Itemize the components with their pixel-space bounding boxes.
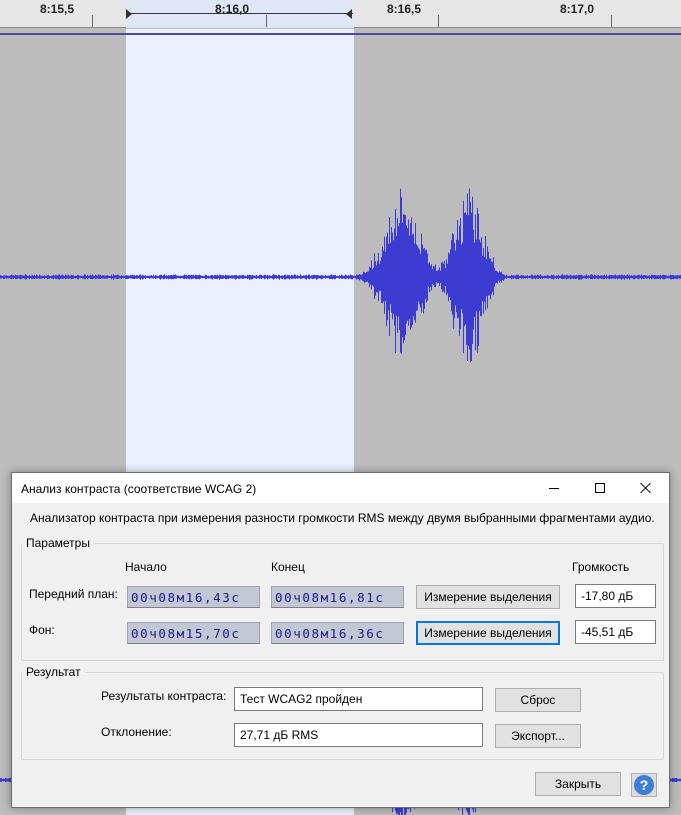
- foreground-label: Передний план:: [29, 587, 118, 601]
- background-end-time[interactable]: 00ч08м16,36с: [271, 622, 404, 644]
- foreground-volume-field[interactable]: -17,80 дБ: [575, 584, 656, 608]
- maximize-icon: [595, 483, 605, 493]
- selection-range-bar: [126, 13, 353, 14]
- column-start-header: Начало: [125, 560, 167, 574]
- minimize-button[interactable]: [531, 473, 577, 503]
- background-volume-field[interactable]: -45,51 дБ: [575, 620, 656, 644]
- maximize-button[interactable]: [577, 473, 623, 503]
- timeline-ruler[interactable]: 8:15,5 8:16,0 8:16,5 8:17,0: [0, 0, 681, 28]
- result-group: Результат Результаты контраста: Тест WCA…: [21, 665, 664, 760]
- ruler-tick: [92, 15, 93, 27]
- dialog-description: Анализатор контраста при измерения разно…: [30, 511, 655, 525]
- deviation-field[interactable]: 27,71 дБ RMS: [234, 723, 483, 747]
- close-window-button[interactable]: [623, 473, 669, 503]
- ruler-label: 8:15,5: [39, 2, 75, 16]
- ruler-tick: [266, 15, 267, 27]
- reset-button[interactable]: Сброс: [495, 688, 581, 712]
- deviation-label: Отклонение:: [101, 725, 172, 739]
- close-icon: [640, 482, 652, 494]
- ruler-tick: [438, 15, 439, 27]
- close-button[interactable]: Закрыть: [535, 772, 621, 796]
- minimize-icon: [549, 487, 559, 489]
- foreground-end-time[interactable]: 00ч08м16,81с: [271, 586, 404, 608]
- help-button[interactable]: ?: [631, 773, 657, 797]
- background-start-time[interactable]: 00ч08м15,70с: [127, 622, 260, 644]
- selection-end-handle[interactable]: [346, 9, 352, 19]
- waveform-path: [0, 188, 681, 363]
- dialog-titlebar[interactable]: Анализ контраста (соответствие WCAG 2): [12, 473, 669, 503]
- ruler-tick: [611, 15, 612, 27]
- ruler-label: 8:16,5: [386, 2, 422, 16]
- column-volume-header: Громкость: [572, 560, 630, 574]
- foreground-start-time[interactable]: 00ч08м16,43с: [127, 586, 260, 608]
- column-end-header: Конец: [271, 560, 305, 574]
- contrast-result-label: Результаты контраста:: [101, 689, 227, 703]
- selection-start-handle[interactable]: [126, 9, 132, 19]
- parameters-group: Параметры Начало Конец Громкость Передни…: [21, 536, 664, 661]
- background-measure-button[interactable]: Измерение выделения: [416, 621, 560, 645]
- export-button[interactable]: Экспорт...: [495, 724, 581, 748]
- contrast-analysis-dialog: Анализ контраста (соответствие WCAG 2) А…: [11, 472, 670, 808]
- ruler-label: 8:17,0: [559, 2, 595, 16]
- contrast-result-field[interactable]: Тест WCAG2 пройден: [234, 687, 483, 711]
- background-label: Фон:: [29, 623, 55, 637]
- help-icon: ?: [634, 775, 654, 795]
- foreground-measure-button[interactable]: Измерение выделения: [416, 585, 560, 609]
- dialog-title: Анализ контраста (соответствие WCAG 2): [21, 482, 257, 496]
- result-group-label: Результат: [22, 665, 85, 679]
- parameters-group-label: Параметры: [22, 536, 94, 550]
